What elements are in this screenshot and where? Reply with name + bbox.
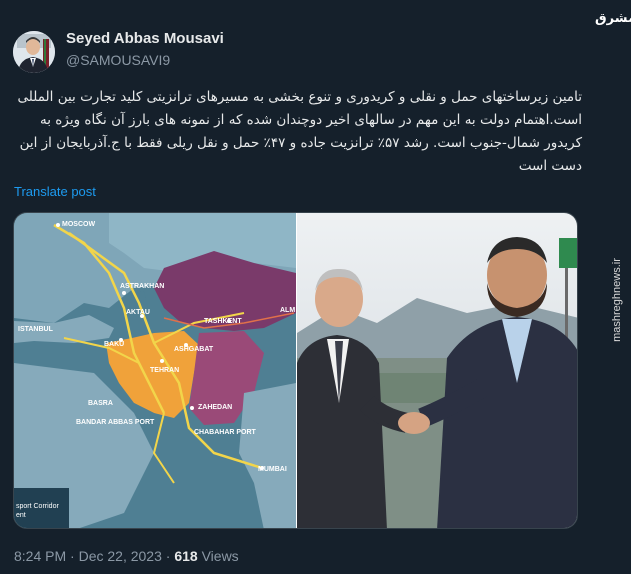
brand-url: mashreghnews.ir <box>611 258 623 342</box>
tweet-card: Seyed Abbas Mousavi @SAMOUSAVI9 مشرق mas… <box>0 0 631 574</box>
map-label-ashgabat: ASHGABAT <box>174 346 214 353</box>
avatar[interactable] <box>13 31 55 73</box>
tweet-date[interactable]: Dec 22, 2023 <box>79 548 162 564</box>
map-label-baku: BAKU <box>104 341 124 348</box>
meta-separator: · <box>70 548 75 564</box>
map-label-istanbul: ISTANBUL <box>18 326 54 333</box>
corridor-map[interactable]: MOSCOW ASTRAKHAN AKTAU TASHKENT ALM ISTA… <box>14 213 296 529</box>
brand-logo-text: مشرق <box>595 11 631 26</box>
translate-post-link[interactable]: Translate post <box>14 184 96 199</box>
brand-logo: مشرق <box>595 12 631 26</box>
author-handle[interactable]: @SAMOUSAVI9 <box>66 52 170 68</box>
map-label-almaty: ALM <box>280 307 295 314</box>
map-label-moscow: MOSCOW <box>62 221 95 228</box>
map-label-basra: BASRA <box>88 400 113 407</box>
views-count: 618 <box>174 548 198 564</box>
meta-separator: · <box>165 548 171 564</box>
map-label-bandar-abbas: BANDAR ABBAS PORT <box>76 419 155 426</box>
avatar-image <box>13 31 55 73</box>
tweet-media[interactable]: MOSCOW ASTRAKHAN AKTAU TASHKENT ALM ISTA… <box>13 212 578 529</box>
map-label-astrakhan: ASTRAKHAN <box>120 283 164 290</box>
map-label-tehran: TEHRAN <box>150 367 179 374</box>
map-label-tashkent: TASHKENT <box>204 318 242 325</box>
handshake-photo[interactable] <box>297 213 578 529</box>
map-label-mumbai: MUMBAI <box>258 466 287 473</box>
map-label-zahedan: ZAHEDAN <box>198 404 232 411</box>
map-label-chabahar: CHABAHAR PORT <box>194 429 257 436</box>
tweet-text: تامین زیرساختهای حمل و نقلی و کریدوری و … <box>17 89 582 174</box>
author-name[interactable]: Seyed Abbas Mousavi <box>66 30 224 47</box>
tweet-time[interactable]: 8:24 PM <box>14 548 66 564</box>
tweet-meta: 8:24 PM · Dec 22, 2023 · 618 Views <box>14 548 239 564</box>
map-label-aktau: AKTAU <box>126 309 150 316</box>
views-label: Views <box>201 548 239 564</box>
